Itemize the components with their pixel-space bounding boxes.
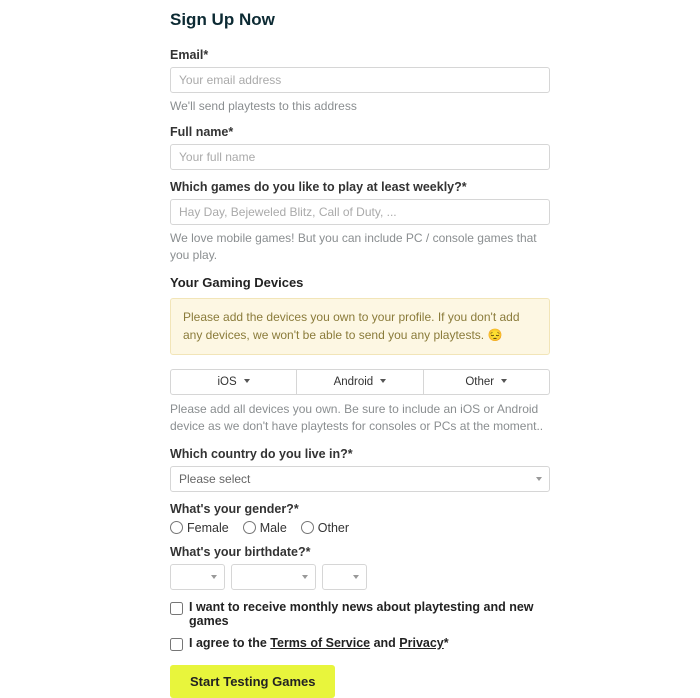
gender-other-label: Other: [318, 521, 349, 535]
privacy-link[interactable]: Privacy: [399, 636, 443, 650]
email-label: Email*: [170, 48, 550, 62]
gender-female-label: Female: [187, 521, 229, 535]
caret-down-icon: [244, 379, 250, 383]
country-label: Which country do you live in?*: [170, 447, 550, 461]
devices-notice-text: Please add the devices you own to your p…: [183, 310, 520, 341]
games-helper: We love mobile games! But you can includ…: [170, 230, 550, 264]
gender-female-option[interactable]: Female: [170, 521, 229, 535]
android-dropdown[interactable]: Android: [297, 369, 423, 395]
sad-emoji-icon: 😔: [487, 328, 502, 342]
devices-notice: Please add the devices you own to your p…: [170, 298, 550, 355]
devices-heading: Your Gaming Devices: [170, 275, 550, 290]
gender-male-label: Male: [260, 521, 287, 535]
ios-dropdown-label: iOS: [217, 376, 236, 388]
page-title: Sign Up Now: [170, 10, 550, 30]
fullname-field[interactable]: [170, 144, 550, 170]
country-select[interactable]: Please select: [170, 466, 550, 492]
devices-helper: Please add all devices you own. Be sure …: [170, 401, 550, 435]
birth-day-select[interactable]: [231, 564, 316, 590]
games-field[interactable]: [170, 199, 550, 225]
gender-male-option[interactable]: Male: [243, 521, 287, 535]
birth-month-select[interactable]: [170, 564, 225, 590]
newsletter-checkbox[interactable]: [170, 602, 183, 615]
email-field[interactable]: [170, 67, 550, 93]
ios-dropdown[interactable]: iOS: [170, 369, 297, 395]
agree-checkbox[interactable]: [170, 638, 183, 651]
agree-prefix: I agree to the: [189, 636, 270, 650]
gender-other-option[interactable]: Other: [301, 521, 349, 535]
other-dropdown-label: Other: [465, 376, 494, 388]
submit-button[interactable]: Start Testing Games: [170, 665, 335, 698]
gender-female-radio[interactable]: [170, 521, 183, 534]
birthdate-label: What's your birthdate?*: [170, 545, 550, 559]
gender-other-radio[interactable]: [301, 521, 314, 534]
android-dropdown-label: Android: [334, 376, 374, 388]
tos-link[interactable]: Terms of Service: [270, 636, 370, 650]
gender-male-radio[interactable]: [243, 521, 256, 534]
agree-suffix: *: [444, 636, 449, 650]
fullname-label: Full name*: [170, 125, 550, 139]
birth-year-select[interactable]: [322, 564, 367, 590]
caret-down-icon: [501, 379, 507, 383]
gender-label: What's your gender?*: [170, 502, 550, 516]
email-helper: We'll send playtests to this address: [170, 98, 550, 115]
other-dropdown[interactable]: Other: [424, 369, 550, 395]
agree-label: I agree to the Terms of Service and Priv…: [189, 636, 449, 650]
agree-mid: and: [370, 636, 399, 650]
caret-down-icon: [380, 379, 386, 383]
agree-option[interactable]: I agree to the Terms of Service and Priv…: [170, 636, 550, 651]
games-label: Which games do you like to play at least…: [170, 180, 550, 194]
